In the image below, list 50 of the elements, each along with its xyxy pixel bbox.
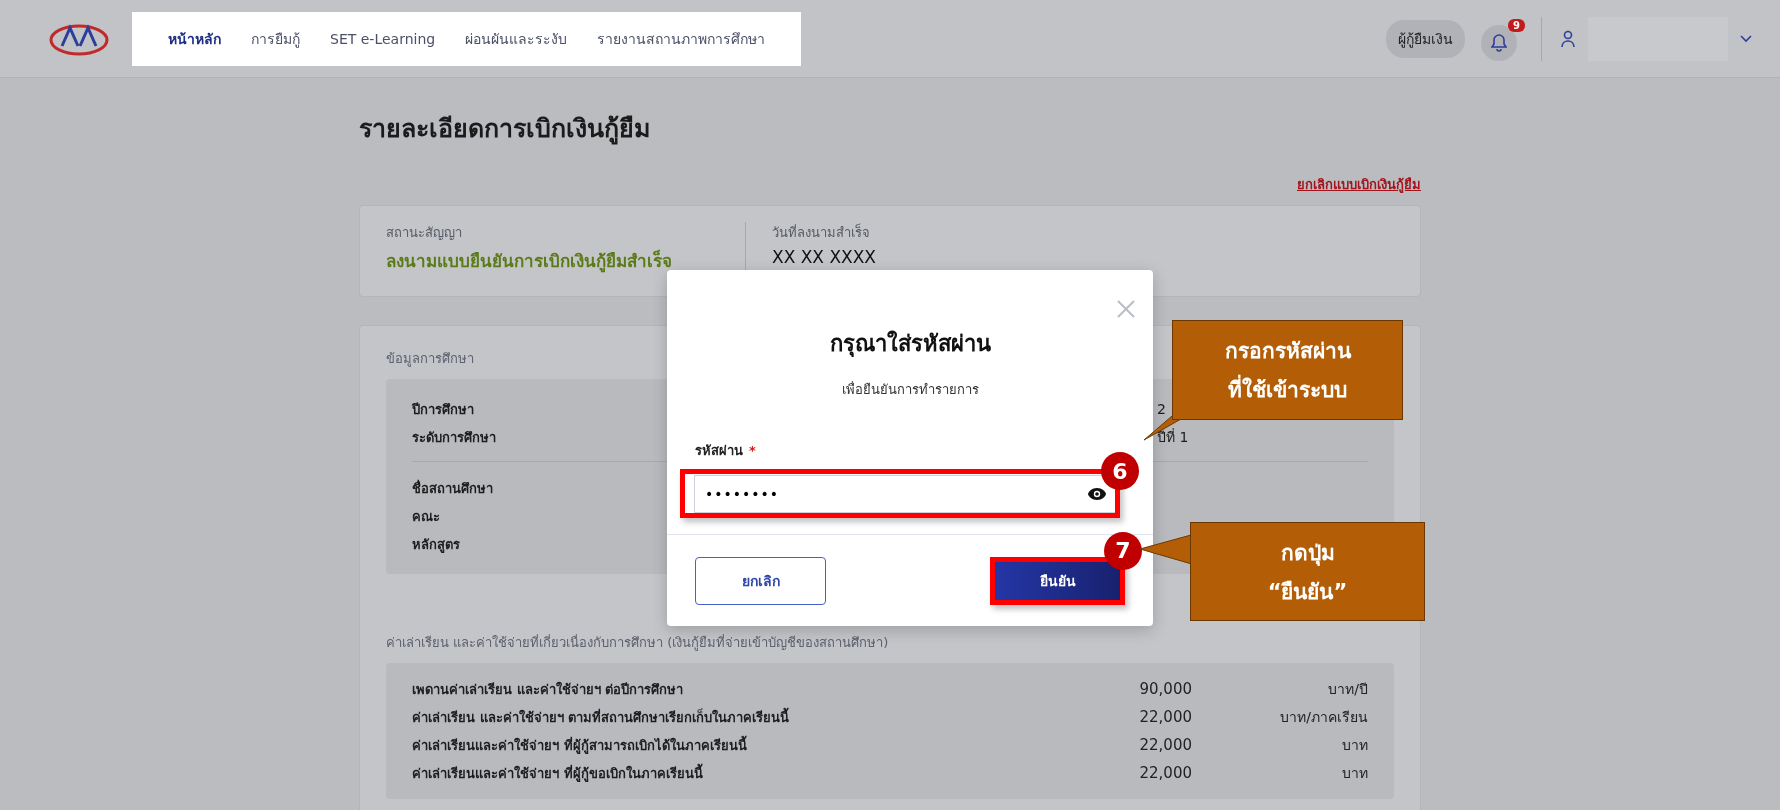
unit-label: บาท/ภาคเรียน (1280, 708, 1368, 727)
row-label: ค่าเล่าเรียน และค่าใช้จ่ายฯ ตามที่สถานศึกษาเรียกเก็บในภาคเรียนนี้ (412, 706, 790, 727)
unit-label: บาท (1342, 736, 1368, 755)
dialog-subtitle: เพื่อยืนยันการทำรายการ (840, 380, 980, 399)
required-mark: * (749, 443, 756, 458)
callout-note: กรอกรหัสผ่าน ที่ใช้เข้าระบบ (1172, 320, 1403, 420)
field-value: ลงนามแบบยืนยันการเบิกเงินกู้ยืมสำเร็จ (386, 249, 673, 274)
bell-icon (1491, 33, 1507, 52)
field-label: รหัสผ่าน (695, 443, 743, 458)
close-icon (1115, 298, 1137, 320)
role-button[interactable]: ผู้กู้ยืมเงิน (1386, 19, 1465, 58)
callout-note: กดปุ่ม “ยืนยัน” (1190, 522, 1425, 621)
amount-value: 22,000 (1138, 764, 1192, 782)
section-title: ค่าเล่าเรียน และค่าใช้จ่ายที่เกี่ยวเนื่องกับการศึกษา (เงินกู้ยืมที่จ่ายเข้าบัญชีของสถานศึกษา) (386, 633, 889, 653)
page-title: รายละเอียดการเบิกเงินกู้ยืม (359, 113, 651, 147)
row-label: ค่าเล่าเรียนและค่าใช้จ่ายฯ ที่ผู้กู้ขอเบิกในภาคเรียนนี้ (412, 762, 703, 784)
row-label: ปีการศึกษา (412, 400, 474, 419)
nav-link[interactable]: รายงานสถานภาพการศึกษา (597, 27, 766, 50)
row-value: 2 (1157, 401, 1167, 417)
row-label: ค่าเล่าเรียนและค่าใช้จ่ายฯ ที่ผู้กู้สามารถเบิกได้ในภาคเรียนนี้ (412, 734, 747, 756)
row-label: หลักสูตร (412, 535, 460, 555)
row-label: เพดานค่าเล่าเรียน และค่าใช้จ่ายฯ ต่อปีการศึกษา (412, 680, 684, 699)
confirm-button[interactable]: ยืนยัน (995, 561, 1120, 600)
row-label: คณะ (412, 507, 440, 526)
nav-link[interactable]: การยืมกู้ (251, 27, 300, 50)
field-label: สถานะสัญญา (386, 224, 463, 242)
amount-value: 90,000 (1138, 680, 1192, 698)
step-number: 7 (1104, 531, 1142, 570)
password-field[interactable]: •••••••• (694, 475, 1115, 513)
cancel-form-link[interactable]: ยกเลิกแบบเบิกเงินกู้ยืม (359, 174, 1421, 195)
row-label: ชื่อสถานศึกษา (412, 478, 493, 498)
eye-icon[interactable] (1087, 487, 1107, 501)
nav-link[interactable]: ผ่อนผันและระงับ (465, 27, 568, 50)
unit-label: บาท/ปี (1328, 680, 1368, 699)
section-title: ข้อมูลการศึกษา (386, 350, 474, 369)
field-value: XX XX XXXX (772, 247, 877, 267)
unit-label: บาท (1342, 764, 1368, 783)
dialog-title: กรุณาใส่รหัสผ่าน (828, 329, 992, 359)
user-icon[interactable] (1560, 29, 1576, 48)
notification-badge: 9 (1508, 18, 1525, 32)
field-label: วันที่ลงนามสำเร็จ (772, 222, 871, 242)
amount-value: 22,000 (1138, 736, 1192, 754)
step-number: 6 (1101, 452, 1139, 490)
row-value: ปีที่ 1 (1157, 427, 1190, 447)
nav-link[interactable]: หน้าหลัก (168, 27, 221, 50)
row-label: ระดับการศึกษา (412, 428, 496, 447)
nav-link[interactable]: SET e-Learning (330, 30, 436, 47)
cancel-button[interactable]: ยกเลิก (695, 556, 826, 605)
chevron-down-icon[interactable] (1740, 34, 1752, 43)
amount-value: 22,000 (1138, 708, 1192, 726)
